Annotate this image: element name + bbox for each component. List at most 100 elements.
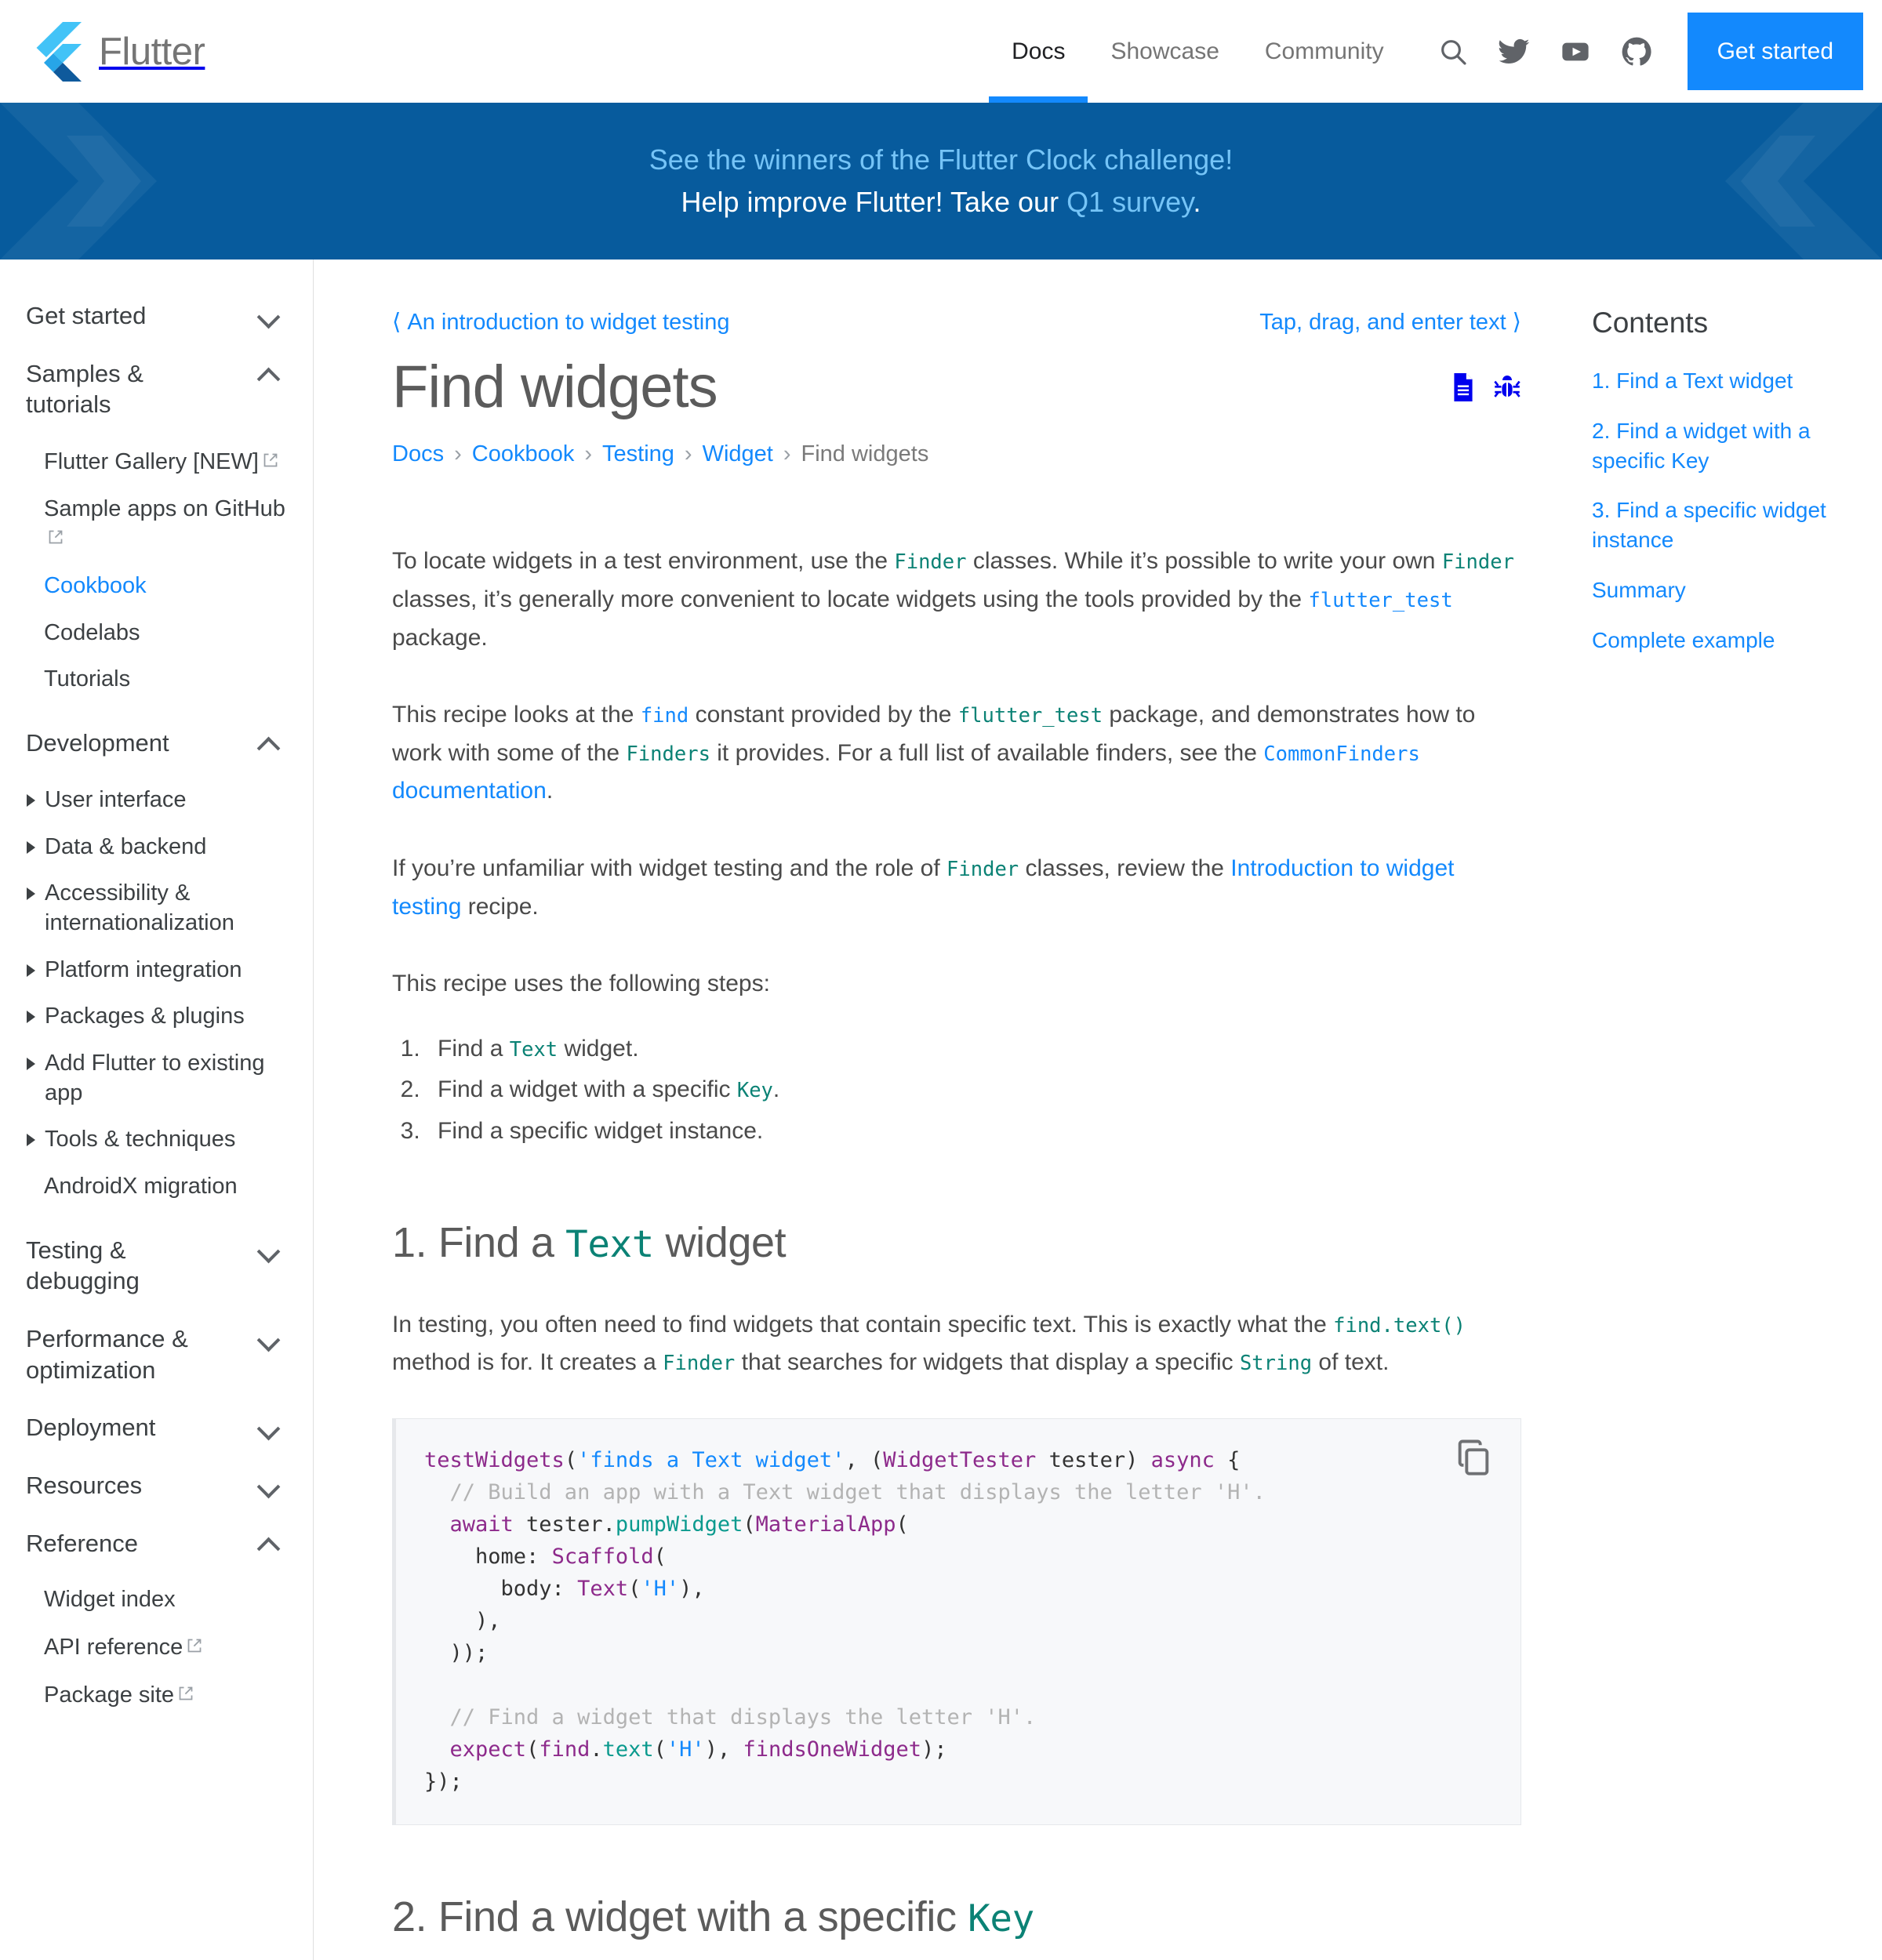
steps-list: Find a Text widget. Find a widget with a…: [427, 1030, 1521, 1151]
copy-icon[interactable]: [1453, 1436, 1494, 1477]
sidebar-item-package-site[interactable]: Package site: [0, 1680, 313, 1711]
banner-chevron-left-decoration: [0, 103, 157, 260]
p3-text-a: If you’re unfamiliar with widget testing…: [392, 855, 947, 881]
sidebar-item-label: Tools & techniques: [45, 1127, 236, 1152]
flutter-logo-link[interactable]: Flutter: [0, 0, 205, 103]
sidebar-item-sample-apps-github[interactable]: Sample apps on GitHub: [0, 495, 313, 554]
banner-line-1: See the winners of the Flutter Clock cha…: [649, 143, 1233, 176]
sidebar-item-label: Platform integration: [45, 956, 242, 982]
p2-code-finders: Finders: [626, 742, 710, 766]
code-content: testWidgets('finds a Text widget', (Widg…: [424, 1444, 1489, 1798]
sidebar-group-reference[interactable]: Reference: [0, 1528, 313, 1559]
clock-challenge-link[interactable]: See the winners of the Flutter Clock cha…: [649, 143, 1233, 176]
sidebar-group-testing-debugging[interactable]: Testing & debugging: [0, 1235, 313, 1297]
toc-item-summary[interactable]: Summary: [1592, 575, 1851, 605]
nav-link-showcase[interactable]: Showcase: [1088, 0, 1241, 103]
code-token: text: [602, 1737, 654, 1762]
sidebar-item-tutorials[interactable]: Tutorials: [0, 665, 313, 695]
section-1-paragraph: In testing, you often need to find widge…: [392, 1306, 1521, 1382]
sidebar-item-data-backend[interactable]: Data & backend: [0, 833, 313, 862]
code-token: Text: [577, 1576, 629, 1601]
get-started-button[interactable]: Get started: [1687, 13, 1863, 90]
document-icon[interactable]: [1451, 373, 1476, 405]
p5-code-string: String: [1239, 1352, 1313, 1376]
youtube-icon[interactable]: [1545, 0, 1606, 103]
previous-page-link[interactable]: ⟨ An introduction to widget testing: [392, 308, 729, 336]
sidebar-item-accessibility-internationalization[interactable]: Accessibility & internationalization: [0, 879, 313, 938]
sidebar-item-platform-integration[interactable]: Platform integration: [0, 956, 313, 985]
breadcrumb-docs[interactable]: Docs: [392, 441, 444, 466]
sidebar-item-androidx-migration[interactable]: AndroidX migration: [0, 1172, 313, 1202]
sidebar-group-deployment[interactable]: Deployment: [0, 1412, 313, 1443]
sidebar-group-resources[interactable]: Resources: [0, 1470, 313, 1501]
sidebar-item-cookbook[interactable]: Cookbook: [0, 572, 313, 601]
twitter-icon[interactable]: [1484, 0, 1545, 103]
sidebar-item-flutter-gallery[interactable]: Flutter Gallery [NEW]: [0, 447, 313, 477]
sidebar-group-development[interactable]: Development: [0, 728, 313, 759]
toc-item-complete-example[interactable]: Complete example: [1592, 626, 1851, 655]
sidebar-item-tools-techniques[interactable]: Tools & techniques: [0, 1125, 313, 1155]
sidebar-item-label: Data & backend: [45, 833, 207, 859]
p3-text-c: recipe.: [461, 893, 539, 920]
sidebar-group-label: Samples & tutorials: [26, 359, 144, 419]
p1-code-flutter-test[interactable]: flutter_test: [1308, 589, 1452, 612]
p2-code-flutter-test: flutter_test: [957, 704, 1103, 728]
sidebar-item-packages-plugins[interactable]: Packages & plugins: [0, 1002, 313, 1032]
code-token: testWidgets: [424, 1447, 565, 1472]
sidebar-item-widget-index[interactable]: Widget index: [0, 1585, 313, 1615]
toc-item-3[interactable]: 3. Find a specific widget instance: [1592, 495, 1851, 555]
q1-survey-link[interactable]: Q1 survey: [1066, 186, 1193, 218]
code-token: tester.: [513, 1512, 616, 1537]
step-2-code: Key: [736, 1079, 773, 1103]
announcement-banner: See the winners of the Flutter Clock cha…: [0, 103, 1882, 260]
bug-icon[interactable]: [1493, 373, 1521, 405]
sidebar-item-api-reference[interactable]: API reference: [0, 1632, 313, 1663]
breadcrumb-separator: ›: [684, 441, 692, 467]
section-heading-1: 1. Find a Text widget: [392, 1218, 1521, 1267]
step-3-text-a: Find a specific widget instance.: [438, 1117, 764, 1144]
external-link-icon: [187, 1632, 202, 1653]
search-icon[interactable]: [1422, 0, 1484, 103]
p2-text-d: it provides. For a full list of availabl…: [710, 739, 1264, 766]
p3-text-b: classes, review the: [1019, 855, 1231, 881]
chevron-up-icon: [258, 735, 280, 749]
p1-text-b: classes. While it’s possible to write yo…: [966, 548, 1442, 575]
code-token: (: [653, 1544, 667, 1569]
toc-item-2[interactable]: 2. Find a widget with a specific Key: [1592, 416, 1851, 476]
breadcrumb-cookbook[interactable]: Cookbook: [472, 441, 575, 466]
code-token: 'H': [666, 1737, 705, 1762]
breadcrumb-testing[interactable]: Testing: [602, 441, 674, 466]
p2-text-e: .: [546, 778, 554, 804]
triangle-right-icon: [27, 964, 35, 977]
p5-code-finder: Finder: [663, 1352, 736, 1376]
step-1-code: Text: [509, 1037, 558, 1062]
p5-text-d: of text.: [1312, 1349, 1390, 1376]
page-title: Find widgets: [392, 354, 718, 420]
next-page-link[interactable]: Tap, drag, and enter text ⟩: [1259, 308, 1521, 336]
code-token: expect: [449, 1737, 527, 1762]
list-item: Find a widget with a specific Key.: [427, 1071, 1521, 1109]
code-token: // Build an app with a Text widget that …: [424, 1479, 1266, 1504]
table-of-contents: Contents 1. Find a Text widget 2. Find a…: [1568, 260, 1882, 1960]
sidebar-group-performance-optimization[interactable]: Performance & optimization: [0, 1323, 313, 1385]
github-icon[interactable]: [1606, 0, 1667, 103]
code-token: (: [526, 1737, 540, 1762]
p5-text-b: method is for. It creates a: [392, 1349, 663, 1376]
nav-link-community[interactable]: Community: [1242, 0, 1407, 103]
chevron-down-icon: [258, 1331, 280, 1345]
list-item: Find a specific widget instance.: [427, 1112, 1521, 1151]
sidebar-item-label: API reference: [44, 1635, 183, 1661]
sidebar-item-user-interface[interactable]: User interface: [0, 786, 313, 815]
code-token: // Find a widget that displays the lette…: [424, 1704, 1037, 1730]
p2-code-find[interactable]: find: [641, 704, 688, 728]
sidebar-item-codelabs[interactable]: Codelabs: [0, 619, 313, 648]
sidebar-group-samples-tutorials[interactable]: Samples & tutorials: [0, 358, 313, 420]
breadcrumb-widget[interactable]: Widget: [703, 441, 773, 466]
sidebar-item-add-flutter-existing-app[interactable]: Add Flutter to existing app: [0, 1049, 313, 1108]
sidebar-group-get-started[interactable]: Get started: [0, 300, 313, 332]
primary-nav-links: Docs Showcase Community: [989, 0, 1406, 103]
nav-link-docs[interactable]: Docs: [989, 0, 1088, 103]
toc-item-1[interactable]: 1. Find a Text widget: [1592, 366, 1851, 396]
